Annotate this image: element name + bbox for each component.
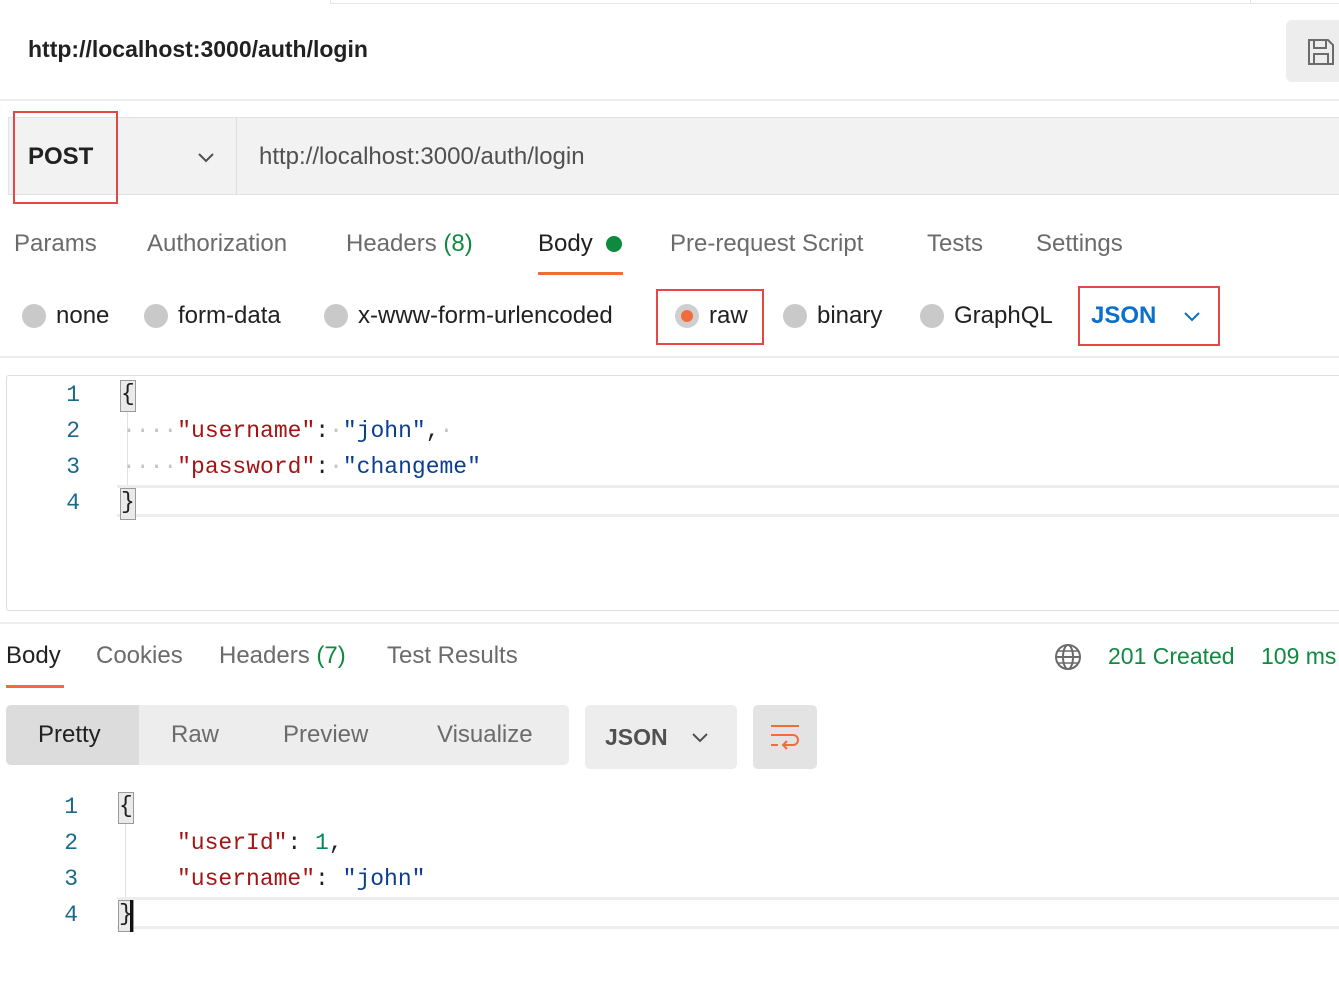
whitespace-marker: · bbox=[329, 418, 343, 444]
json-number: 1 bbox=[315, 830, 329, 856]
code-line: } bbox=[120, 488, 136, 520]
view-preview-button[interactable]: Preview bbox=[283, 721, 368, 749]
response-divider bbox=[0, 622, 1339, 624]
line-number: 3 bbox=[66, 454, 80, 480]
tab-headers[interactable]: Headers (8) bbox=[346, 230, 473, 258]
tab-settings[interactable]: Settings bbox=[1036, 230, 1123, 258]
top-strip bbox=[330, 0, 1339, 4]
json-key: "username" bbox=[177, 866, 316, 892]
tab-headers-count: (8) bbox=[443, 230, 473, 257]
matched-brace: { bbox=[118, 792, 134, 824]
code-line: { bbox=[118, 792, 134, 824]
url-input[interactable] bbox=[259, 141, 1329, 173]
code-line: { bbox=[120, 380, 136, 412]
json-key: "username" bbox=[177, 418, 316, 444]
radio-urlencoded-label[interactable]: x-www-form-urlencoded bbox=[358, 302, 613, 330]
code-line: ····"username":·"john",· bbox=[122, 418, 454, 444]
json-string: "john" bbox=[342, 418, 426, 444]
matched-brace: } bbox=[120, 488, 136, 520]
globe-icon[interactable] bbox=[1054, 643, 1082, 671]
active-line-highlight bbox=[117, 485, 1339, 517]
whitespace-marker: ···· bbox=[122, 454, 178, 480]
active-line-highlight bbox=[117, 897, 1339, 929]
tab-tests[interactable]: Tests bbox=[927, 230, 983, 258]
radio-none[interactable] bbox=[22, 304, 46, 328]
tab-params[interactable]: Params bbox=[14, 230, 97, 258]
matched-brace: { bbox=[120, 380, 136, 412]
whitespace-marker: ···· bbox=[122, 418, 178, 444]
chevron-down-icon[interactable] bbox=[196, 148, 216, 168]
response-tab-body[interactable]: Body bbox=[6, 642, 61, 670]
header-divider bbox=[0, 99, 1339, 101]
save-icon bbox=[1308, 39, 1334, 65]
line-number: 1 bbox=[64, 794, 78, 820]
view-raw-button[interactable]: Raw bbox=[171, 721, 219, 749]
radio-graphql[interactable] bbox=[920, 304, 944, 328]
chevron-down-icon[interactable] bbox=[690, 728, 710, 748]
wrap-lines-icon bbox=[771, 725, 799, 750]
response-tab-headers[interactable]: Headers (7) bbox=[219, 642, 346, 670]
code-line: "userId": 1, bbox=[177, 830, 343, 856]
indent-guide bbox=[125, 824, 126, 900]
json-key: "userId" bbox=[177, 830, 288, 856]
line-number: 2 bbox=[64, 830, 78, 856]
view-visualize-button[interactable]: Visualize bbox=[437, 721, 533, 749]
body-modified-dot bbox=[606, 236, 622, 252]
response-status[interactable]: 201 Created bbox=[1108, 643, 1235, 670]
line-number: 2 bbox=[66, 418, 80, 444]
text-cursor bbox=[130, 900, 133, 932]
json-key: "password" bbox=[177, 454, 316, 480]
response-tab-test-results[interactable]: Test Results bbox=[387, 642, 518, 670]
line-number: 1 bbox=[66, 382, 80, 408]
response-tab-cookies[interactable]: Cookies bbox=[96, 642, 183, 670]
method-highlight-box bbox=[13, 111, 118, 204]
json-string: "john" bbox=[342, 866, 426, 892]
view-pretty-button[interactable]: Pretty bbox=[38, 721, 101, 749]
radio-binary[interactable] bbox=[783, 304, 807, 328]
request-title[interactable]: http://localhost:3000/auth/login bbox=[28, 36, 368, 63]
json-highlight-box bbox=[1078, 286, 1220, 346]
response-tab-headers-label: Headers bbox=[219, 642, 310, 669]
radio-urlencoded[interactable] bbox=[324, 304, 348, 328]
raw-highlight-box bbox=[656, 289, 764, 345]
response-tab-underline bbox=[6, 685, 64, 688]
radio-form-data-label[interactable]: form-data bbox=[178, 302, 281, 330]
radio-none-label[interactable]: none bbox=[56, 302, 109, 330]
whitespace-marker: · bbox=[329, 454, 343, 480]
tab-prerequest-script[interactable]: Pre-request Script bbox=[670, 230, 863, 258]
radio-binary-label[interactable]: binary bbox=[817, 302, 882, 330]
line-number: 4 bbox=[66, 490, 80, 516]
json-string: "changeme" bbox=[342, 454, 481, 480]
radio-graphql-label[interactable]: GraphQL bbox=[954, 302, 1053, 330]
whitespace-marker: · bbox=[439, 418, 454, 444]
code-line: "username": "john" bbox=[177, 866, 426, 892]
response-tab-headers-count: (7) bbox=[316, 642, 346, 669]
code-line: ····"password":·"changeme" bbox=[122, 454, 481, 480]
top-strip-divider bbox=[1250, 0, 1251, 3]
save-button[interactable] bbox=[1286, 20, 1339, 82]
line-number: 4 bbox=[64, 902, 78, 928]
radio-form-data[interactable] bbox=[144, 304, 168, 328]
body-type-divider bbox=[0, 356, 1339, 358]
response-format-label[interactable]: JSON bbox=[605, 724, 668, 751]
line-number: 3 bbox=[64, 866, 78, 892]
tab-authorization[interactable]: Authorization bbox=[147, 230, 287, 258]
tab-headers-label: Headers bbox=[346, 230, 437, 257]
tab-body[interactable]: Body bbox=[538, 230, 593, 258]
wrap-lines-button[interactable] bbox=[753, 705, 817, 769]
response-time[interactable]: 109 ms bbox=[1261, 643, 1336, 670]
tab-body-underline bbox=[538, 272, 623, 275]
